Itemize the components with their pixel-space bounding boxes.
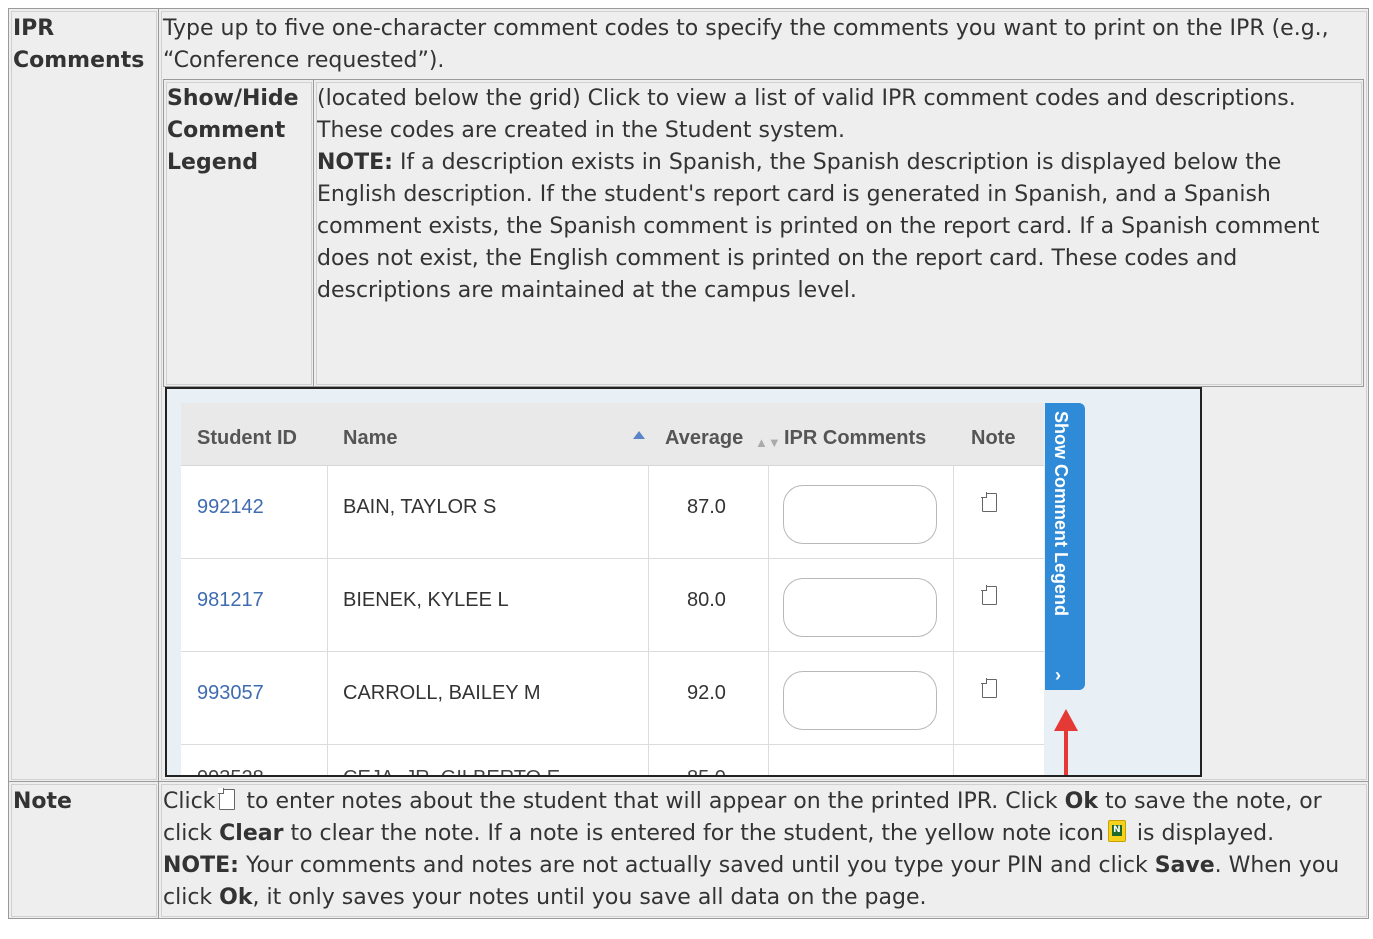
student-name: CEJA, JR, GILBERTO E xyxy=(343,762,560,775)
note-text: is displayed. xyxy=(1129,821,1275,846)
sub-table: Show/Hide Comment Legend (located below … xyxy=(163,79,1364,387)
yellow-note-icon: N xyxy=(1107,820,1126,842)
header-student-id[interactable]: Student ID xyxy=(197,422,297,454)
ipr-comment-input[interactable] xyxy=(783,485,937,544)
grid-screenshot: Student ID Name Average ▲▼ IPR Comments … xyxy=(165,387,1202,777)
field-name-ipr-comments: IPR Comments xyxy=(8,8,159,782)
save-label: Save xyxy=(1154,853,1215,878)
note-icon[interactable] xyxy=(981,678,997,698)
note-description: Click to enter notes about the student t… xyxy=(163,786,1364,850)
header-average[interactable]: Average xyxy=(665,422,743,454)
chevron-right-icon: › xyxy=(1055,665,1061,685)
note-label: NOTE: xyxy=(163,853,239,878)
note-text: to enter notes about the student that wi… xyxy=(239,789,1065,814)
note-text: Your comments and notes are not actually… xyxy=(238,853,1155,878)
row-note: Note Click to enter notes about the stud… xyxy=(8,781,1369,919)
sub-key-line2: Comment xyxy=(167,118,286,143)
note-icon[interactable] xyxy=(981,492,997,512)
sub-key-line3: Legend xyxy=(167,150,259,175)
student-average: 87.0 xyxy=(687,496,726,518)
sort-ascending-icon xyxy=(633,431,645,439)
field-name-note: Note xyxy=(8,781,159,919)
table-row: 981217 BIENEK, KYLEE L 80.0 xyxy=(181,559,1044,652)
note-label: NOTE: xyxy=(317,150,393,175)
note-text: , it only saves your notes until you sav… xyxy=(252,885,927,910)
table-row: 993057 CARROLL, BAILEY M 92.0 xyxy=(181,652,1044,745)
note-warning: NOTE: Your comments and notes are not ac… xyxy=(163,850,1364,914)
field-description-show-hide: (located below the grid) Click to view a… xyxy=(313,79,1364,387)
row-ipr-comments: IPR Comments Type up to five one-charact… xyxy=(8,8,1369,782)
note-text: Click xyxy=(163,789,216,814)
row-show-hide-legend: Show/Hide Comment Legend (located below … xyxy=(163,79,1364,387)
ipr-comment-input[interactable] xyxy=(783,671,937,730)
note-text: to clear the note. If a note is entered … xyxy=(283,821,1104,846)
note-icon xyxy=(218,788,236,810)
field-name-show-hide: Show/Hide Comment Legend xyxy=(163,79,314,387)
student-id-link[interactable]: 992142 xyxy=(197,491,264,523)
student-average: 92.0 xyxy=(687,682,726,704)
ipr-comments-text: Type up to five one-character comment co… xyxy=(163,16,1329,73)
student-name: BIENEK, KYLEE L xyxy=(343,589,509,611)
ipr-comment-input[interactable] xyxy=(783,578,937,637)
grid-header: Student ID Name Average ▲▼ IPR Comments … xyxy=(181,403,1044,466)
header-ipr-comments: IPR Comments xyxy=(784,427,927,449)
header-name[interactable]: Name xyxy=(343,422,397,454)
ok-label: Ok xyxy=(1064,789,1098,814)
red-arrow-shaft xyxy=(1064,725,1068,775)
show-hide-note-text: If a description exists in Spanish, the … xyxy=(317,150,1320,303)
sort-toggle-icon[interactable]: ▲▼ xyxy=(755,427,781,459)
student-name: CARROLL, BAILEY M xyxy=(343,682,541,704)
sub-key-line1: Show/Hide xyxy=(167,86,299,111)
help-table: IPR Comments Type up to five one-charact… xyxy=(8,8,1369,919)
ok-label: Ok xyxy=(219,885,253,910)
table-row: 992142 BAIN, TAYLOR S 87.0 xyxy=(181,466,1044,559)
student-grid: Student ID Name Average ▲▼ IPR Comments … xyxy=(181,403,1044,775)
table-row-partial: 993528 CEJA, JR, GILBERTO E 85.0 xyxy=(181,757,1044,775)
field-name-line2: Comments xyxy=(13,48,145,73)
field-description-note: Click to enter notes about the student t… xyxy=(158,781,1369,919)
header-note: Note xyxy=(971,427,1016,449)
show-hide-desc: (located below the grid) Click to view a… xyxy=(317,86,1296,143)
clear-label: Clear xyxy=(219,821,284,846)
student-name: BAIN, TAYLOR S xyxy=(343,496,497,518)
note-icon[interactable] xyxy=(981,585,997,605)
show-comment-legend-button[interactable]: Show Comment Legend › xyxy=(1045,403,1085,690)
field-description-ipr-comments: Type up to five one-character comment co… xyxy=(158,8,1369,782)
student-id-link[interactable]: 981217 xyxy=(197,584,264,616)
field-name-line1: IPR xyxy=(13,16,55,41)
legend-tab-label: Show Comment Legend xyxy=(1051,411,1071,617)
student-average: 85.0 xyxy=(687,762,726,775)
yellow-note-letter: N xyxy=(1111,825,1122,836)
student-id-link[interactable]: 993057 xyxy=(197,677,264,709)
show-hide-note: NOTE: If a description exists in Spanish… xyxy=(317,147,1360,307)
student-average: 80.0 xyxy=(687,589,726,611)
student-id-link[interactable]: 993528 xyxy=(197,762,264,775)
